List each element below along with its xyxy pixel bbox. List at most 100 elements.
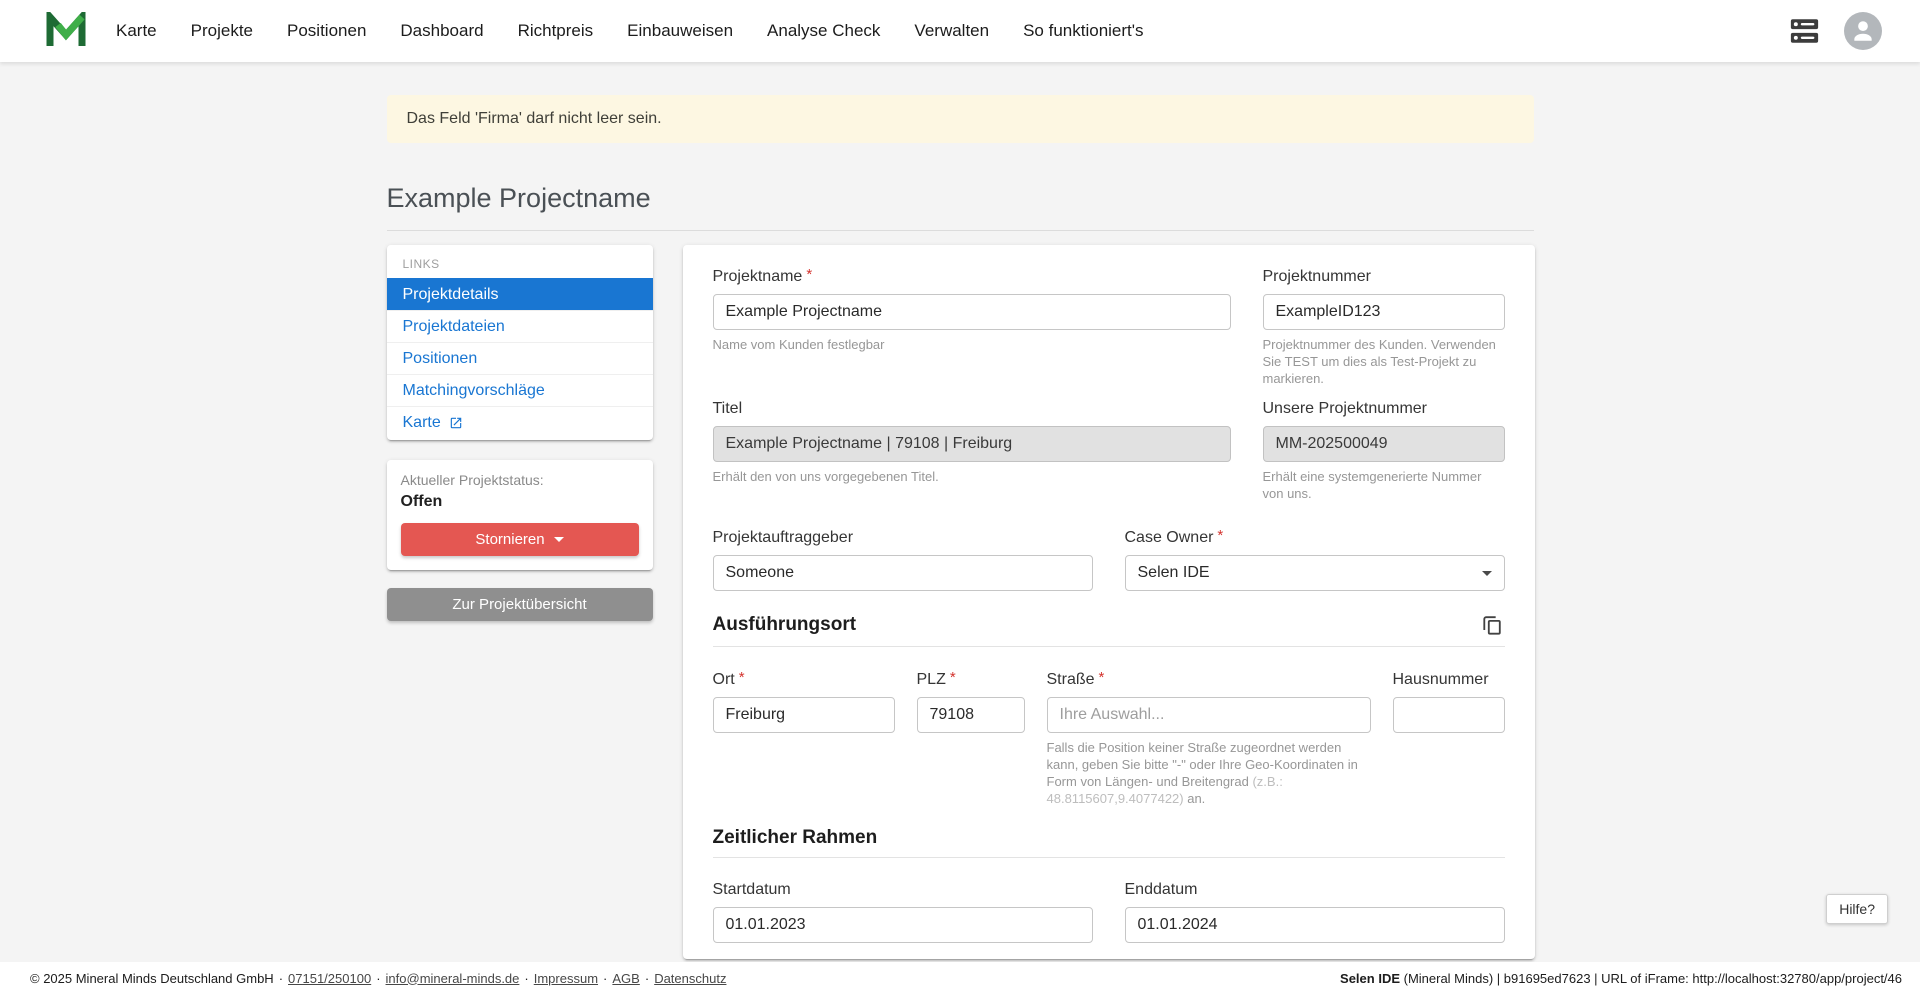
projektnummer-helper: Projektnummer des Kunden. Verwenden Sie … (1263, 336, 1505, 387)
footer: © 2025 Mineral Minds Deutschland GmbH 07… (0, 962, 1920, 994)
help-button[interactable]: Hilfe? (1826, 894, 1888, 924)
nav-item-analyse-check[interactable]: Analyse Check (767, 21, 880, 41)
footer-separator (598, 971, 612, 986)
nav-item-verwalten[interactable]: Verwalten (914, 21, 989, 41)
status-label: Aktueller Projektstatus: (401, 472, 639, 488)
footer-separator (274, 971, 288, 986)
footer-link-impressum[interactable]: Impressum (534, 971, 598, 986)
section-ausfuehrungsort-title: Ausführungsort (713, 614, 857, 636)
ort-input[interactable] (713, 697, 895, 733)
projektauftraggeber-input[interactable] (713, 555, 1093, 591)
sidebar-item-label: Karte (403, 413, 441, 432)
startdatum-input[interactable] (713, 907, 1093, 943)
strasse-label: Straße (1047, 670, 1371, 689)
sidebar-item-positionen[interactable]: Positionen (387, 342, 653, 374)
unsere-projektnummer-helper: Erhält eine systemgenerierte Nummer von … (1263, 468, 1505, 502)
footer-separator (371, 971, 385, 986)
unsere-projektnummer-label: Unsere Projektnummer (1263, 399, 1505, 418)
unsere-projektnummer-input (1263, 426, 1505, 462)
nav-menu: Karte Projekte Positionen Dashboard Rich… (116, 21, 1144, 41)
projektauftraggeber-label: Projektauftraggeber (713, 528, 1093, 547)
footer-link-phone[interactable]: 07151/250100 (288, 971, 371, 986)
stornieren-button[interactable]: Stornieren (401, 523, 639, 556)
project-details-card: Projektname Name vom Kunden festlegbar P… (683, 245, 1535, 959)
nav-item-positionen[interactable]: Positionen (287, 21, 366, 41)
status-value: Offen (401, 493, 639, 511)
footer-separator (640, 971, 654, 986)
projektname-label: Projektname (713, 267, 1231, 286)
form-row-dates: Startdatum Enddatum (713, 880, 1505, 943)
session-details: (Mineral Minds) | b91695ed7623 | URL of … (1400, 971, 1902, 986)
external-link-icon (449, 416, 463, 430)
titel-helper: Erhält den von uns vorgegebenen Titel. (713, 468, 1231, 485)
server-icon[interactable] (1789, 18, 1820, 44)
nav-item-projekte[interactable]: Projekte (191, 21, 253, 41)
form-row-auftraggeber-owner: Projektauftraggeber Case Owner Selen IDE (713, 528, 1505, 591)
projektnummer-label: Projektnummer (1263, 267, 1505, 286)
hausnummer-input[interactable] (1393, 697, 1505, 733)
sidebar-item-label: Projektdateien (403, 317, 505, 336)
strasse-helper: Falls die Position keiner Straße zugeord… (1047, 739, 1371, 807)
footer-separator (519, 971, 533, 986)
nav-item-einbauweisen[interactable]: Einbauweisen (627, 21, 733, 41)
footer-link-agb[interactable]: AGB (612, 971, 639, 986)
form-row-titel: Titel Erhält den von uns vorgegebenen Ti… (713, 399, 1505, 502)
footer-left: © 2025 Mineral Minds Deutschland GmbH 07… (30, 971, 726, 986)
top-navigation: Karte Projekte Positionen Dashboard Rich… (0, 0, 1920, 62)
strasse-input[interactable] (1047, 697, 1371, 733)
session-info: Selen IDE (Mineral Minds) | b91695ed7623… (1340, 971, 1902, 986)
chevron-down-icon (1482, 571, 1492, 576)
sidebar: LINKS Projektdetails Projektdateien Posi… (387, 245, 653, 621)
brand-logo[interactable] (46, 11, 88, 51)
section-ausfuehrungsort-header: Ausführungsort (713, 612, 1505, 647)
project-overview-button[interactable]: Zur Projektübersicht (387, 588, 653, 621)
sidebar-item-karte[interactable]: Karte (387, 406, 653, 438)
enddatum-input[interactable] (1125, 907, 1505, 943)
required-asterisk (1213, 529, 1223, 546)
copy-icon[interactable] (1479, 612, 1505, 638)
case-owner-select[interactable]: Selen IDE (1125, 555, 1505, 591)
sidebar-item-projektdateien[interactable]: Projektdateien (387, 310, 653, 342)
page-container: Das Feld 'Firma' darf nicht leer sein. E… (387, 95, 1534, 959)
nav-item-richtpreis[interactable]: Richtpreis (518, 21, 594, 41)
startdatum-label: Startdatum (713, 880, 1093, 899)
sidebar-item-projektdetails[interactable]: Projektdetails (387, 278, 653, 310)
brand-logo-icon (46, 12, 86, 50)
copyright-text: © 2025 Mineral Minds Deutschland GmbH (30, 971, 274, 986)
session-user: Selen IDE (1340, 971, 1400, 986)
nav-item-dashboard[interactable]: Dashboard (400, 21, 483, 41)
nav-item-karte[interactable]: Karte (116, 21, 157, 41)
warning-alert: Das Feld 'Firma' darf nicht leer sein. (387, 95, 1534, 143)
case-owner-selected-value: Selen IDE (1138, 564, 1210, 582)
footer-link-datenschutz[interactable]: Datenschutz (654, 971, 726, 986)
required-asterisk (1095, 671, 1105, 688)
section-zeitlicher-rahmen-title: Zeitlicher Rahmen (713, 827, 878, 849)
sidebar-item-label: Matchingvorschläge (403, 381, 545, 400)
sidebar-item-matchingvorschlaege[interactable]: Matchingvorschläge (387, 374, 653, 406)
person-icon (1850, 18, 1876, 44)
footer-link-email[interactable]: info@mineral-minds.de (386, 971, 520, 986)
required-asterisk (802, 268, 812, 285)
form-row-location: Ort PLZ Straße Falls die Posi (713, 670, 1505, 807)
content-row: LINKS Projektdetails Projektdateien Posi… (387, 245, 1534, 959)
project-status-card: Aktueller Projektstatus: Offen Storniere… (387, 460, 653, 570)
titel-input (713, 426, 1231, 462)
projektname-input[interactable] (713, 294, 1231, 330)
nav-item-so-funktionierts[interactable]: So funktioniert's (1023, 21, 1143, 41)
case-owner-label: Case Owner (1125, 528, 1505, 547)
plz-input[interactable] (917, 697, 1025, 733)
titel-label: Titel (713, 399, 1231, 418)
projektnummer-input[interactable] (1263, 294, 1505, 330)
warning-alert-message: Das Feld 'Firma' darf nicht leer sein. (407, 110, 662, 127)
plz-label: PLZ (917, 670, 1025, 689)
user-avatar[interactable] (1844, 12, 1882, 50)
ort-label: Ort (713, 670, 895, 689)
sidebar-item-label: Positionen (403, 349, 478, 368)
title-divider (387, 230, 1534, 231)
sidebar-links-card: LINKS Projektdetails Projektdateien Posi… (387, 245, 653, 440)
links-header: LINKS (387, 245, 653, 278)
page-title: Example Projectname (387, 183, 1534, 214)
hausnummer-label: Hausnummer (1393, 670, 1505, 689)
form-row-name-number: Projektname Name vom Kunden festlegbar P… (713, 267, 1505, 387)
required-asterisk (946, 671, 956, 688)
